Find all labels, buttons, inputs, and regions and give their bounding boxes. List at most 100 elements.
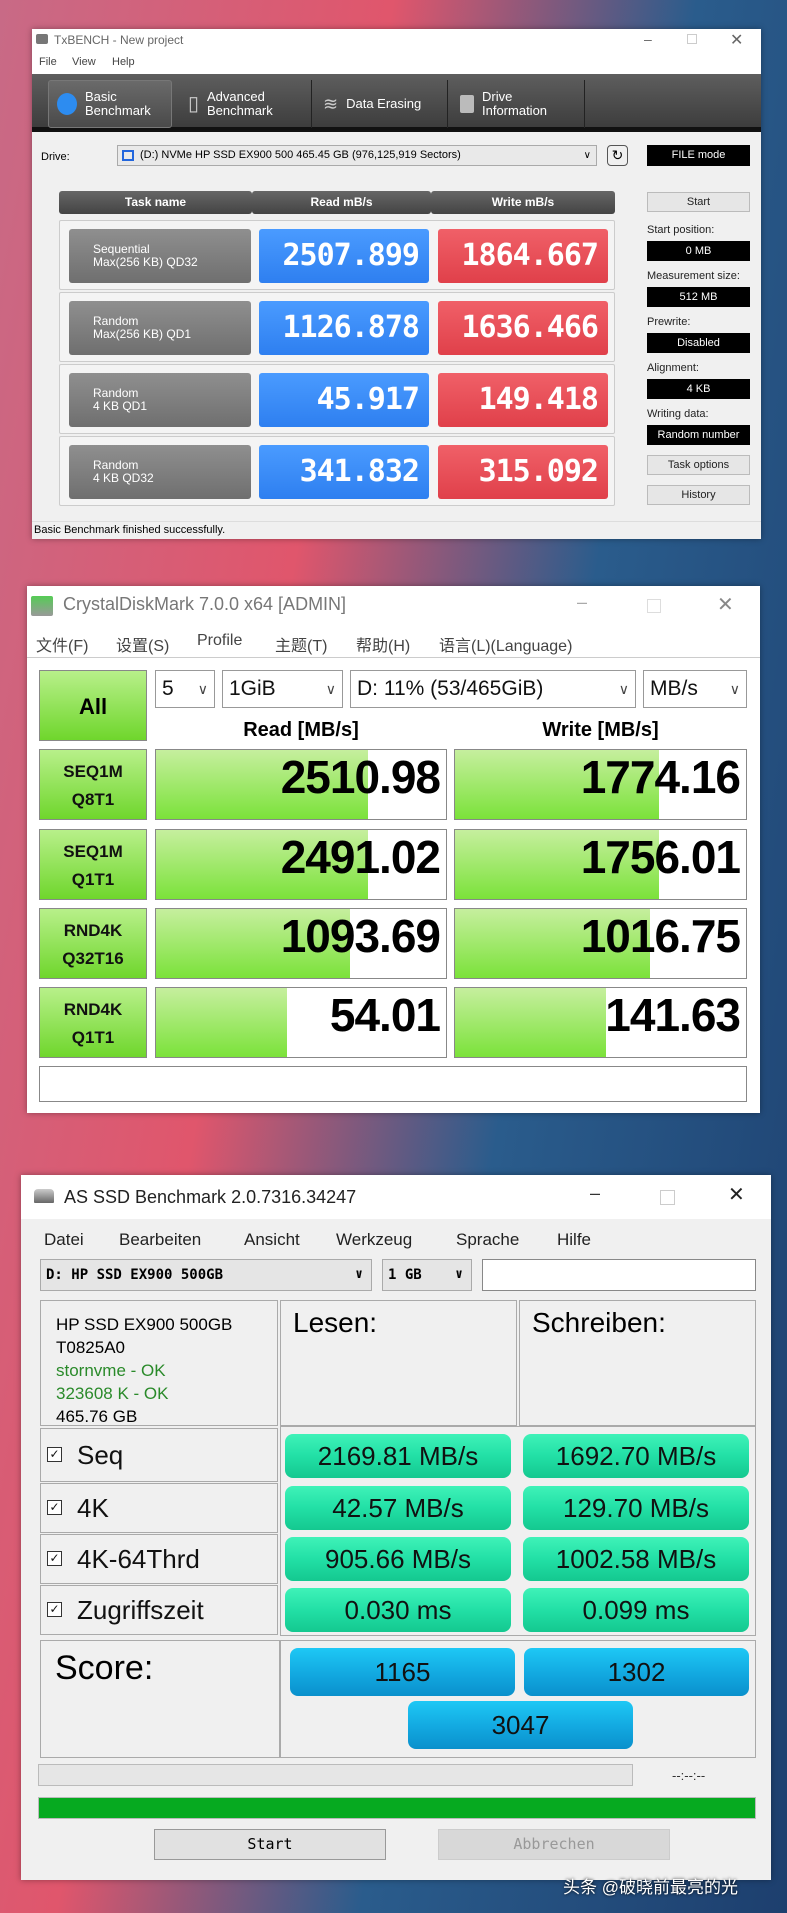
menu-view[interactable]: View <box>72 56 96 68</box>
comment-input[interactable] <box>39 1066 747 1102</box>
score-label-panel: Score: <box>40 1640 280 1758</box>
score-total: 3047 <box>408 1701 633 1749</box>
chevron-down-icon: ∨ <box>583 150 591 161</box>
checkbox-checked-icon[interactable]: ✓ <box>47 1447 62 1462</box>
menu-language[interactable]: 语言(L)(Language) <box>439 632 572 656</box>
size-select[interactable]: 1GiB ∨ <box>222 670 343 708</box>
task-options-button[interactable]: Task options <box>647 455 750 475</box>
start-button[interactable]: Start <box>154 1829 386 1860</box>
menu-settings[interactable]: 设置(S) <box>116 632 169 656</box>
file-mode-button[interactable]: FILE mode <box>647 145 750 166</box>
refresh-button[interactable]: ↻ <box>607 145 628 166</box>
menu-file[interactable]: 文件(F) <box>36 632 88 656</box>
maximize-button[interactable] <box>687 34 697 44</box>
tab-basic-benchmark[interactable]: Basic Benchmark <box>48 80 172 128</box>
text-input[interactable] <box>482 1259 756 1291</box>
read-header: Read [MB/s] <box>243 719 359 741</box>
minimize-button[interactable]: – <box>577 592 587 613</box>
measurement-size-label: Measurement size: <box>647 270 740 282</box>
menu-hilfe[interactable]: Hilfe <box>557 1230 591 1250</box>
unit-select[interactable]: MB/s ∨ <box>643 670 747 708</box>
measurement-size-value[interactable]: 512 MB <box>647 287 750 307</box>
tab-data-erasing[interactable]: ≋ Data Erasing <box>315 80 448 128</box>
task-name[interactable]: Random 4 KB QD32 <box>69 445 251 499</box>
read-value: 2510.98 <box>280 751 441 803</box>
history-button[interactable]: History <box>647 485 750 505</box>
close-button[interactable]: ✕ <box>730 30 743 50</box>
tab-advanced-benchmark[interactable]: ▯ Advanced Benchmark <box>180 80 312 128</box>
menu-theme[interactable]: 主题(T) <box>275 632 327 656</box>
task-name[interactable]: Random Max(256 KB) QD1 <box>69 301 251 355</box>
read-value: 0.030 ms <box>285 1588 511 1632</box>
start-button[interactable]: Start <box>647 192 750 212</box>
menu-bearbeiten[interactable]: Bearbeiten <box>119 1230 201 1250</box>
drive-icon <box>122 150 134 161</box>
read-value: 1093.69 <box>280 910 441 962</box>
minimize-button[interactable]: – <box>590 1183 600 1204</box>
test-button-rnd4k-q1t1[interactable]: RND4K Q1T1 <box>39 987 147 1058</box>
read-result: 1093.69 <box>155 908 447 979</box>
task-name[interactable]: Sequential Max(256 KB) QD32 <box>69 229 251 283</box>
start-position-value[interactable]: 0 MB <box>647 241 750 261</box>
tab-label: Data Erasing <box>346 96 422 111</box>
menu-werkzeug[interactable]: Werkzeug <box>336 1230 412 1250</box>
close-button[interactable]: ✕ <box>717 592 734 617</box>
app-icon <box>36 34 48 44</box>
app-icon <box>31 596 53 616</box>
read-value: 45.917 <box>259 373 429 427</box>
txbench-window: TxBENCH - New project – ✕ File View Help… <box>32 29 761 539</box>
checkbox-checked-icon[interactable]: ✓ <box>47 1551 62 1566</box>
menu-ansicht[interactable]: Ansicht <box>244 1230 300 1250</box>
chevron-down-icon: ∨ <box>618 681 629 697</box>
write-header: Write [MB/s] <box>542 719 659 741</box>
write-value: 1636.466 <box>438 301 608 355</box>
drive-capacity: 465.76 GB <box>56 1407 138 1426</box>
menu-sprache[interactable]: Sprache <box>456 1230 519 1250</box>
test-row-4k: ✓ 4K <box>40 1483 278 1533</box>
all-button[interactable]: All <box>39 670 147 741</box>
write-value: 129.70 MB/s <box>523 1486 749 1530</box>
tab-drive-information[interactable]: Drive Information <box>452 80 585 128</box>
checkbox-checked-icon[interactable]: ✓ <box>47 1602 62 1617</box>
drive-select[interactable]: (D:) NVMe HP SSD EX900 500 465.45 GB (97… <box>117 145 597 166</box>
writing-data-value[interactable]: Random number <box>647 425 750 445</box>
write-value: 1864.667 <box>438 229 608 283</box>
test-button-seq1m-q8t1[interactable]: SEQ1M Q8T1 <box>39 749 147 820</box>
count-select[interactable]: 5 ∨ <box>155 670 215 708</box>
close-button[interactable]: ✕ <box>728 1182 745 1207</box>
test-row-seq: ✓ Seq <box>40 1428 278 1482</box>
menu-datei[interactable]: Datei <box>44 1230 84 1250</box>
alignment-value[interactable]: 4 KB <box>647 379 750 399</box>
prewrite-value[interactable]: Disabled <box>647 333 750 353</box>
write-result: 1756.01 <box>454 829 747 900</box>
test-button-seq1m-q1t1[interactable]: SEQ1M Q1T1 <box>39 829 147 900</box>
table-row: Random Max(256 KB) QD1 1126.878 1636.466 <box>59 292 615 362</box>
write-result: 1016.75 <box>454 908 747 979</box>
maximize-button[interactable] <box>660 1190 675 1205</box>
maximize-button[interactable] <box>647 599 661 613</box>
watermark: 头条 @破晓前最亮的光 <box>563 1878 738 1897</box>
drive-select[interactable]: D: HP SSD EX900 500GB ∨ <box>40 1259 372 1291</box>
drive-select[interactable]: D: 11% (53/465GiB) ∨ <box>350 670 636 708</box>
task-name[interactable]: Random 4 KB QD1 <box>69 373 251 427</box>
menu-help[interactable]: Help <box>112 56 135 68</box>
size-select[interactable]: 1 GB ∨ <box>382 1259 472 1291</box>
write-result: 141.63 <box>454 987 747 1058</box>
stopwatch-icon <box>57 93 77 115</box>
cancel-button[interactable]: Abbrechen <box>438 1829 670 1860</box>
menu-file[interactable]: File <box>39 56 57 68</box>
task-line: 4 KB QD32 <box>93 471 154 485</box>
menu-help[interactable]: 帮助(H) <box>356 632 410 656</box>
bar-chart-icon: ▯ <box>188 93 200 115</box>
window-title: TxBENCH - New project <box>54 33 184 47</box>
menu-profile[interactable]: Profile <box>197 632 242 650</box>
chevron-down-icon: ∨ <box>325 681 336 697</box>
checkbox-checked-icon[interactable]: ✓ <box>47 1500 62 1515</box>
test-label: 4K <box>77 1493 109 1523</box>
task-line: Random <box>93 386 139 400</box>
minimize-button[interactable]: – <box>644 31 652 47</box>
prewrite-label: Prewrite: <box>647 316 691 328</box>
window-title: CrystalDiskMark 7.0.0 x64 [ADMIN] <box>63 594 347 614</box>
test-button-rnd4k-q32t16[interactable]: RND4K Q32T16 <box>39 908 147 979</box>
read-bar <box>156 988 287 1057</box>
